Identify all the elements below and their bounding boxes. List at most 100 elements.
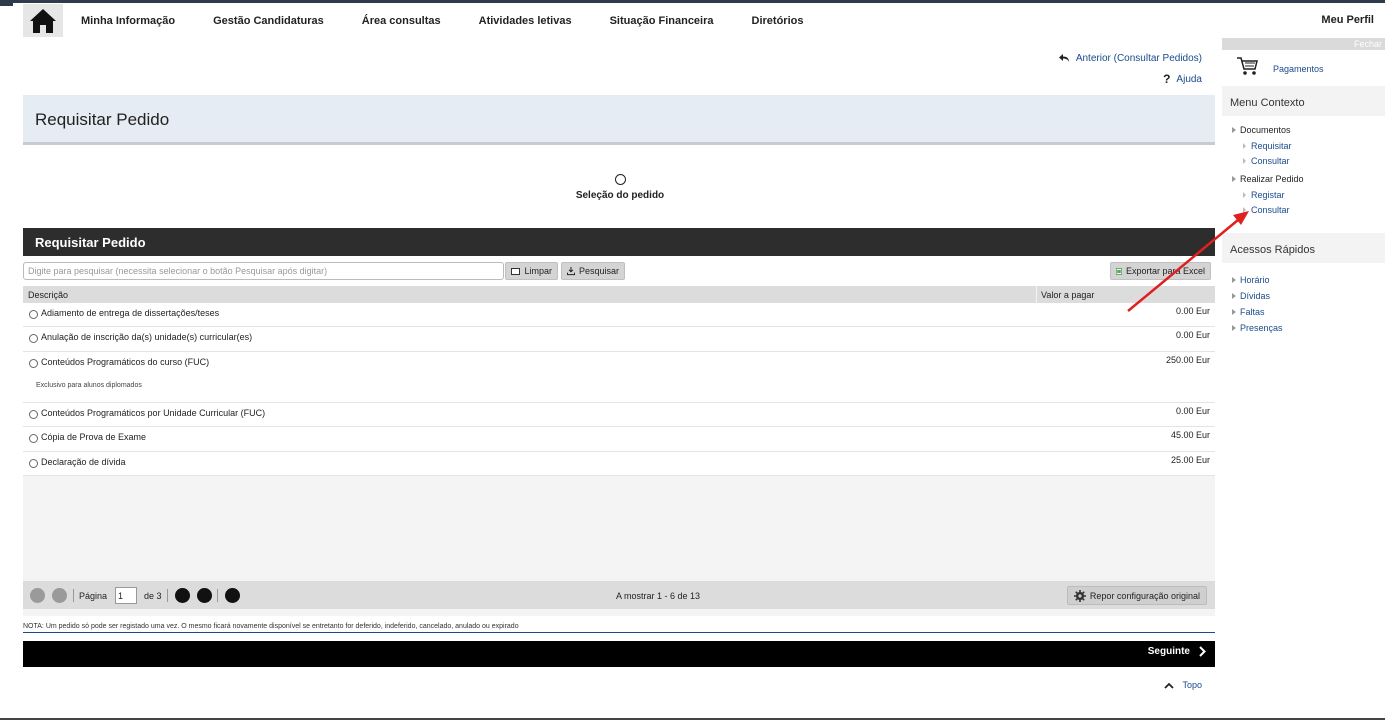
context-menu: Documentos Requisitar Consultar Realizar… (1222, 116, 1385, 221)
quick-link-label: Presenças (1240, 323, 1283, 333)
menu-group-realizar-pedido[interactable]: Realizar Pedido (1232, 171, 1385, 187)
next-page-icon[interactable] (175, 588, 190, 603)
menu-group-label: Documentos (1240, 125, 1291, 135)
bullet-arrow-icon (1243, 191, 1246, 198)
expand-arrow-icon (1232, 127, 1236, 133)
pager-divider (73, 589, 74, 602)
bullet-arrow-icon (1232, 325, 1236, 331)
quick-link-label: Dívidas (1240, 291, 1271, 301)
menu-item-label: Consultar (1251, 155, 1290, 166)
footnote: NOTA: Um pedido só pode ser registado um… (23, 619, 1215, 633)
pager-divider (217, 589, 218, 602)
sidebar-close[interactable]: Fechar (1222, 38, 1385, 50)
first-page-icon[interactable] (30, 588, 45, 603)
table-row[interactable]: Conteúdos Programáticos do curso (FUC) 2… (23, 352, 1215, 403)
reset-config-button[interactable]: Repor configuração original (1066, 586, 1207, 605)
question-icon: ? (1163, 72, 1171, 86)
menu-item-requisitar[interactable]: Requisitar (1232, 138, 1385, 153)
page-number-input[interactable]: 1 (115, 587, 137, 604)
column-header-description[interactable]: Descrição (28, 290, 68, 300)
bullet-arrow-icon (1232, 293, 1236, 299)
clear-button-label: Limpar (524, 266, 552, 276)
nav-situacao-financeira[interactable]: Situação Financeira (610, 15, 714, 27)
bullet-arrow-icon (1243, 206, 1246, 213)
payments-label: Pagamentos (1273, 64, 1324, 74)
row-radio[interactable] (29, 310, 38, 319)
page-count-label: de 3 (144, 591, 162, 601)
table-row[interactable]: Conteúdos Programáticos por Unidade Curr… (23, 403, 1215, 427)
cart-icon (1237, 57, 1258, 75)
page-header: Requisitar Pedido (23, 95, 1215, 145)
page-links: Anterior (Consultar Pedidos) ? Ajuda (1058, 49, 1202, 91)
quick-link-presencas[interactable]: Presenças (1232, 320, 1385, 336)
export-excel-button[interactable]: Exportar para Excel (1110, 262, 1211, 280)
row-radio[interactable] (29, 434, 38, 443)
refresh-icon[interactable] (225, 588, 240, 603)
table-row[interactable]: Declaração de dívida 25.00 Eur (23, 452, 1215, 476)
payments-link[interactable]: Pagamentos (1222, 50, 1385, 80)
row-radio[interactable] (29, 410, 38, 419)
context-menu-title: Menu Contexto (1222, 86, 1385, 116)
export-excel-label: Exportar para Excel (1125, 266, 1205, 276)
search-input[interactable]: Digite para pesquisar (necessita selecio… (23, 262, 504, 280)
quick-link-faltas[interactable]: Faltas (1232, 304, 1385, 320)
back-to-top-label: Topo (1182, 680, 1202, 690)
back-arrow-icon (1058, 54, 1069, 62)
menu-item-consultar-documentos[interactable]: Consultar (1232, 153, 1385, 168)
step-label: Seleção do pedido (575, 190, 665, 201)
menu-item-registar[interactable]: Registar (1232, 187, 1385, 202)
grid-header: Descrição Valor a pagar (23, 286, 1215, 303)
menu-group-label: Realizar Pedido (1240, 174, 1304, 184)
page-title: Requisitar Pedido (35, 110, 170, 129)
row-description: Cópia de Prova de Exame (41, 432, 147, 442)
search-button[interactable]: Pesquisar (561, 262, 625, 280)
nav-diretorios[interactable]: Diretórios (752, 15, 804, 27)
row-value: 45.00 Eur (1170, 430, 1210, 440)
home-button[interactable] (23, 4, 63, 37)
home-icon (30, 8, 56, 33)
context-sidebar: Fechar Pagamentos Menu Contexto Document… (1222, 38, 1385, 356)
next-button[interactable]: Seguinte (1148, 646, 1206, 657)
requests-grid: Descrição Valor a pagar Adiamento de ent… (23, 286, 1215, 616)
back-to-top-link[interactable]: Topo (1164, 680, 1202, 690)
quick-link-dividas[interactable]: Dívidas (1232, 288, 1385, 304)
column-header-value[interactable]: Valor a pagar (1036, 286, 1094, 303)
row-note: Exclusivo para alunos diplomados (36, 382, 142, 389)
step-circle-icon (614, 174, 626, 185)
previous-link[interactable]: Anterior (Consultar Pedidos) (1058, 49, 1202, 67)
table-row[interactable]: Cópia de Prova de Exame 45.00 Eur (23, 427, 1215, 452)
bullet-arrow-icon (1232, 277, 1236, 283)
bullet-arrow-icon (1232, 309, 1236, 315)
excel-icon (1116, 267, 1122, 275)
row-description: Adiamento de entrega de dissertações/tes… (41, 308, 220, 318)
reset-config-label: Repor configuração original (1089, 590, 1200, 601)
quick-link-horario[interactable]: Horário (1232, 272, 1385, 288)
row-value: 25.00 Eur (1170, 455, 1210, 465)
row-radio[interactable] (29, 359, 38, 368)
row-description: Anulação de inscrição da(s) unidade(s) c… (41, 332, 253, 342)
last-page-icon[interactable] (197, 588, 212, 603)
help-link[interactable]: ? Ajuda (1059, 70, 1202, 88)
quick-access-title: Acessos Rápidos (1222, 233, 1385, 263)
nav-gestao-candidaturas[interactable]: Gestão Candidaturas (213, 15, 324, 27)
row-radio[interactable] (29, 334, 38, 343)
menu-group-documentos[interactable]: Documentos (1232, 122, 1385, 138)
previous-page-icon[interactable] (52, 588, 67, 603)
top-navigation: Minha Informação Gestão Candidaturas Áre… (23, 3, 1385, 38)
nav-minha-informacao[interactable]: Minha Informação (81, 15, 175, 27)
row-radio[interactable] (29, 459, 38, 468)
menu-item-label: Consultar (1251, 204, 1290, 215)
row-value: 250.00 Eur (1165, 355, 1210, 365)
clear-button[interactable]: Limpar (505, 262, 558, 280)
table-row[interactable]: Adiamento de entrega de dissertações/tes… (23, 303, 1215, 327)
quick-link-label: Horário (1240, 275, 1270, 285)
next-button-label: Seguinte (1147, 646, 1190, 657)
table-row[interactable]: Anulação de inscrição da(s) unidade(s) c… (23, 327, 1215, 352)
nav-meu-perfil[interactable]: Meu Perfil (1321, 14, 1374, 26)
previous-link-label: Anterior (Consultar Pedidos) (1075, 52, 1202, 64)
nav-area-consultas[interactable]: Área consultas (362, 15, 441, 27)
nav-atividades-letivas[interactable]: Atividades letivas (479, 15, 572, 27)
search-button-label: Pesquisar (578, 266, 619, 276)
row-value: 0.00 Eur (1175, 306, 1210, 316)
menu-item-consultar-pedidos[interactable]: Consultar (1232, 202, 1385, 217)
